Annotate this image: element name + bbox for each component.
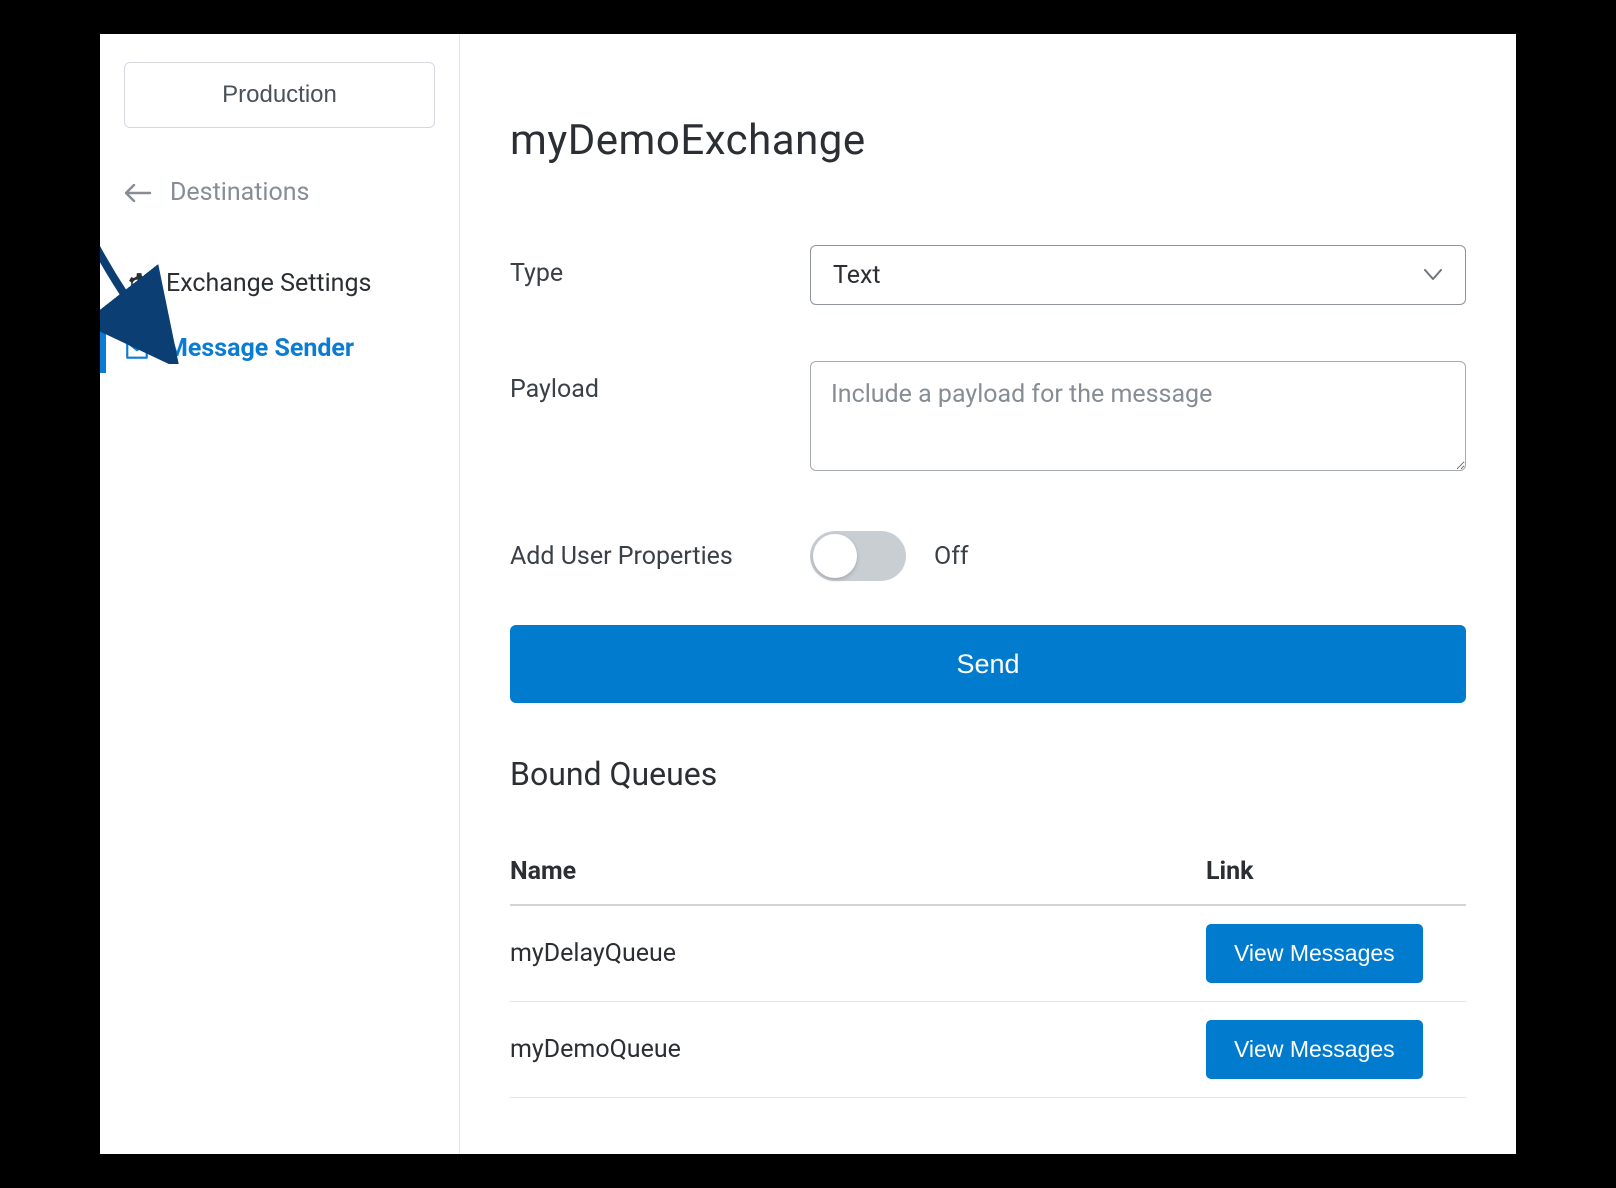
environment-label: Production bbox=[222, 81, 337, 109]
sidebar-item-label: Message Sender bbox=[166, 334, 354, 363]
queue-name: myDelayQueue bbox=[510, 939, 1206, 968]
type-select-value: Text bbox=[833, 261, 881, 290]
sidebar-item-message-sender[interactable]: Message Sender bbox=[100, 316, 459, 381]
send-button[interactable]: Send bbox=[510, 625, 1466, 703]
view-messages-label: View Messages bbox=[1234, 1036, 1395, 1062]
type-label: Type bbox=[510, 245, 810, 288]
bound-queues-table: Name Link myDelayQueue View Messages myD… bbox=[510, 839, 1466, 1098]
breadcrumb-label: Destinations bbox=[170, 178, 309, 207]
gear-icon bbox=[124, 271, 150, 297]
toggle-knob bbox=[813, 534, 857, 578]
app-window: Production Destinations Exchange Setting… bbox=[100, 34, 1516, 1154]
view-messages-button[interactable]: View Messages bbox=[1206, 1020, 1423, 1079]
send-icon bbox=[124, 336, 150, 362]
bound-queues-title: Bound Queues bbox=[510, 755, 1466, 793]
col-header-link: Link bbox=[1206, 857, 1466, 886]
table-row: myDemoQueue View Messages bbox=[510, 1002, 1466, 1098]
payload-label: Payload bbox=[510, 361, 810, 404]
sidebar: Production Destinations Exchange Setting… bbox=[100, 34, 460, 1154]
sidebar-item-label: Exchange Settings bbox=[166, 269, 371, 298]
payload-row: Payload bbox=[510, 361, 1466, 475]
user-properties-row: Add User Properties Off bbox=[510, 531, 1466, 581]
user-properties-state: Off bbox=[934, 542, 969, 571]
arrow-left-icon bbox=[124, 183, 152, 203]
user-properties-toggle[interactable] bbox=[810, 531, 906, 581]
view-messages-button[interactable]: View Messages bbox=[1206, 924, 1423, 983]
main-content: myDemoExchange Type Text Payload Add Use… bbox=[460, 34, 1516, 1154]
queue-name: myDemoQueue bbox=[510, 1035, 1206, 1064]
col-header-name: Name bbox=[510, 857, 1206, 886]
type-row: Type Text bbox=[510, 245, 1466, 305]
type-select[interactable]: Text bbox=[810, 245, 1466, 305]
table-row: myDelayQueue View Messages bbox=[510, 906, 1466, 1002]
table-header: Name Link bbox=[510, 839, 1466, 906]
sidebar-item-exchange-settings[interactable]: Exchange Settings bbox=[100, 251, 459, 316]
user-properties-label: Add User Properties bbox=[510, 542, 810, 571]
send-button-label: Send bbox=[956, 649, 1019, 679]
view-messages-label: View Messages bbox=[1234, 940, 1395, 966]
payload-input[interactable] bbox=[810, 361, 1466, 471]
page-title: myDemoExchange bbox=[510, 116, 1466, 165]
chevron-down-icon bbox=[1423, 265, 1443, 285]
breadcrumb[interactable]: Destinations bbox=[100, 178, 459, 251]
environment-selector[interactable]: Production bbox=[124, 62, 435, 128]
